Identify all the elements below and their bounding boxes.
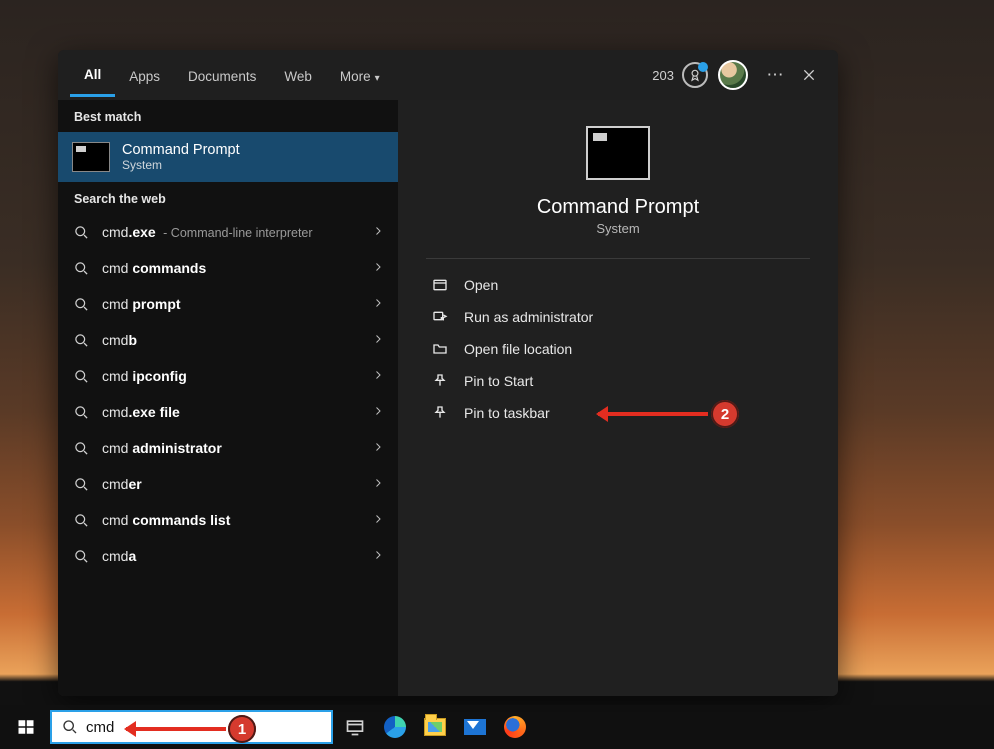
details-right-pane: Command Prompt System Open Run as admini… <box>398 100 838 696</box>
search-icon <box>72 225 90 240</box>
best-match-label: Best match <box>58 100 398 132</box>
taskbar-app-explorer[interactable] <box>417 709 453 745</box>
taskbar-app-mail[interactable] <box>457 709 493 745</box>
web-search-item[interactable]: cmda <box>58 538 398 574</box>
details-sub: System <box>596 221 639 236</box>
search-web-label: Search the web <box>58 182 398 214</box>
web-search-item[interactable]: cmd commands <box>58 250 398 286</box>
search-icon <box>72 549 90 564</box>
close-button[interactable] <box>792 58 826 92</box>
shield-run-icon <box>430 309 450 325</box>
web-search-item[interactable]: cmd.exe - Command-line interpreter <box>58 214 398 250</box>
web-search-item[interactable]: cmd.exe file <box>58 394 398 430</box>
start-button[interactable] <box>6 709 46 745</box>
chevron-right-icon <box>372 476 384 492</box>
search-icon <box>72 477 90 492</box>
web-search-item[interactable]: cmder <box>58 466 398 502</box>
action-run-as-admin[interactable]: Run as administrator <box>426 301 810 333</box>
mail-icon <box>464 719 486 735</box>
search-icon <box>72 297 90 312</box>
rewards-badge[interactable]: 203 <box>652 62 708 88</box>
search-icon <box>62 719 78 735</box>
web-search-item[interactable]: cmd prompt <box>58 286 398 322</box>
action-pin-to-start[interactable]: Pin to Start <box>426 365 810 397</box>
file-explorer-icon <box>424 718 446 736</box>
tab-documents[interactable]: Documents <box>174 55 270 96</box>
search-icon <box>72 441 90 456</box>
web-search-item[interactable]: cmdb <box>58 322 398 358</box>
annotation-arrow <box>598 412 708 416</box>
web-search-item-text: cmder <box>102 476 360 492</box>
web-search-item[interactable]: cmd commands list <box>58 502 398 538</box>
taskbar-app-firefox[interactable] <box>497 709 533 745</box>
chevron-right-icon <box>372 512 384 528</box>
tab-web[interactable]: Web <box>270 55 326 96</box>
search-tabbar: All Apps Documents Web More▾ 203 ⋯ <box>58 50 838 100</box>
tab-more[interactable]: More▾ <box>326 55 394 96</box>
web-search-item-text: cmd.exe file <box>102 404 360 420</box>
divider <box>426 258 810 259</box>
tab-apps[interactable]: Apps <box>115 55 174 96</box>
web-search-item-text: cmd prompt <box>102 296 360 312</box>
search-icon <box>72 405 90 420</box>
tab-all[interactable]: All <box>70 53 115 97</box>
search-icon <box>72 261 90 276</box>
search-icon <box>72 513 90 528</box>
search-icon <box>72 333 90 348</box>
taskbar-app-edge[interactable] <box>377 709 413 745</box>
web-search-item-text: cmd.exe - Command-line interpreter <box>102 224 360 240</box>
chevron-right-icon <box>372 548 384 564</box>
chevron-right-icon <box>372 332 384 348</box>
best-match-title: Command Prompt <box>122 142 240 158</box>
details-title: Command Prompt <box>537 196 699 219</box>
chevron-right-icon <box>372 260 384 276</box>
cmd-icon <box>72 142 110 172</box>
web-search-item-text: cmda <box>102 548 360 564</box>
best-match-sub: System <box>122 158 240 172</box>
web-search-item-text: cmd commands list <box>102 512 360 528</box>
firefox-icon <box>504 716 526 738</box>
chevron-right-icon <box>372 296 384 312</box>
task-view-button[interactable] <box>337 709 373 745</box>
action-open-file-location[interactable]: Open file location <box>426 333 810 365</box>
pin-icon <box>430 405 450 421</box>
results-left-pane: Best match Command Prompt System Search … <box>58 100 398 696</box>
web-search-item-text: cmd ipconfig <box>102 368 360 384</box>
open-icon <box>430 277 450 293</box>
web-search-item[interactable]: cmd administrator <box>58 430 398 466</box>
medal-icon <box>682 62 708 88</box>
more-options-button[interactable]: ⋯ <box>758 58 792 92</box>
search-panel: All Apps Documents Web More▾ 203 ⋯ Best … <box>58 50 838 696</box>
web-search-item-text: cmdb <box>102 332 360 348</box>
search-icon <box>72 369 90 384</box>
annotation-badge-1: 1 <box>228 715 256 743</box>
folder-icon <box>430 341 450 357</box>
chevron-right-icon <box>372 440 384 456</box>
chevron-right-icon <box>372 368 384 384</box>
cmd-large-icon <box>586 126 650 180</box>
web-search-item-text: cmd administrator <box>102 440 360 456</box>
chevron-down-icon: ▾ <box>375 73 380 84</box>
chevron-right-icon <box>372 224 384 240</box>
web-search-item-text: cmd commands <box>102 260 360 276</box>
avatar[interactable] <box>718 60 748 90</box>
edge-icon <box>384 716 406 738</box>
best-match-item[interactable]: Command Prompt System <box>58 132 398 182</box>
chevron-right-icon <box>372 404 384 420</box>
annotation-arrow <box>126 727 226 731</box>
annotation-badge-2: 2 <box>711 400 739 428</box>
web-search-item[interactable]: cmd ipconfig <box>58 358 398 394</box>
pin-icon <box>430 373 450 389</box>
action-open[interactable]: Open <box>426 269 810 301</box>
